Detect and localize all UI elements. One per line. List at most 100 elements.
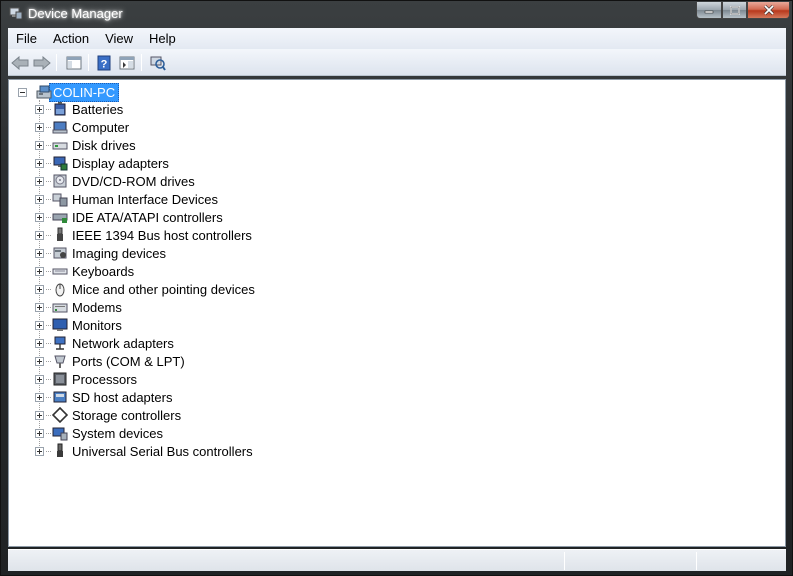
tree-connector: [46, 288, 51, 290]
tree-node-label[interactable]: Human Interface Devices: [72, 192, 218, 207]
tree-node-label[interactable]: Disk drives: [72, 138, 136, 153]
show-hide-console-tree-button[interactable]: [64, 53, 84, 73]
expand-toggle[interactable]: [35, 248, 44, 258]
device-tree[interactable]: COLIN-PC Batteries Computer Disk drives Dis…: [8, 79, 786, 547]
menu-action[interactable]: Action: [45, 31, 97, 46]
tree-connector: [46, 342, 51, 344]
root-node-label[interactable]: COLIN-PC: [49, 82, 120, 102]
tree-node-monitors[interactable]: Monitors: [35, 316, 122, 334]
tree-node-label[interactable]: Keyboards: [72, 264, 134, 279]
tree-node-processors[interactable]: Processors: [35, 370, 137, 388]
computer-icon: [52, 119, 68, 135]
tree-node-label[interactable]: Network adapters: [72, 336, 174, 351]
hid-icon: [52, 191, 68, 207]
collapse-root-toggle[interactable]: [18, 87, 27, 97]
minimize-button[interactable]: [696, 2, 722, 19]
tree-connector: [46, 450, 51, 452]
tree-node-label[interactable]: Universal Serial Bus controllers: [72, 444, 253, 459]
tree-node-ide-ata-atapi-controllers[interactable]: IDE ATA/ATAPI controllers: [35, 208, 223, 226]
expand-toggle[interactable]: [35, 122, 44, 132]
expand-toggle[interactable]: [35, 302, 44, 312]
tree-node-ports-com-lpt[interactable]: Ports (COM & LPT): [35, 352, 185, 370]
tree-connector: [46, 432, 51, 434]
menu-file[interactable]: File: [8, 31, 45, 46]
expand-toggle[interactable]: [35, 284, 44, 294]
title-bar[interactable]: Device Manager: [1, 1, 793, 25]
tree-connector: [46, 360, 51, 362]
tree-node-label[interactable]: Monitors: [72, 318, 122, 333]
tree-node-system-devices[interactable]: System devices: [35, 424, 163, 442]
tree-node-imaging-devices[interactable]: Imaging devices: [35, 244, 166, 262]
tree-connector: [46, 252, 51, 254]
menu-view[interactable]: View: [97, 31, 141, 46]
tree-node-label[interactable]: Storage controllers: [72, 408, 181, 423]
scan-hardware-button[interactable]: [148, 53, 168, 73]
expand-toggle[interactable]: [35, 410, 44, 420]
expand-toggle[interactable]: [35, 194, 44, 204]
ieee1394-icon: [52, 227, 68, 243]
tree-node-modems[interactable]: Modems: [35, 298, 122, 316]
tree-node-keyboards[interactable]: Keyboards: [35, 262, 134, 280]
tree-connector: [46, 396, 51, 398]
tree-node-network-adapters[interactable]: Network adapters: [35, 334, 174, 352]
expand-toggle[interactable]: [35, 212, 44, 222]
tree-node-batteries[interactable]: Batteries: [35, 100, 123, 118]
tree-node-label[interactable]: IDE ATA/ATAPI controllers: [72, 210, 223, 225]
scan-hardware-icon: [150, 56, 166, 71]
tree-node-disk-drives[interactable]: Disk drives: [35, 136, 136, 154]
tree-node-display-adapters[interactable]: Display adapters: [35, 154, 169, 172]
tree-node-label[interactable]: System devices: [72, 426, 163, 441]
tree-node-mice-and-other-pointing-devices[interactable]: Mice and other pointing devices: [35, 280, 255, 298]
tree-node-label[interactable]: Computer: [72, 120, 129, 135]
expand-toggle[interactable]: [35, 140, 44, 150]
tree-node-dvd-cd-rom-drives[interactable]: DVD/CD-ROM drives: [35, 172, 195, 190]
tree-node-label[interactable]: Batteries: [72, 102, 123, 117]
tree-node-storage-controllers[interactable]: Storage controllers: [35, 406, 181, 424]
tree-node-label[interactable]: Imaging devices: [72, 246, 166, 261]
menu-bar: File Action View Help: [8, 28, 786, 49]
expand-toggle[interactable]: [35, 104, 44, 114]
tree-node-label[interactable]: Display adapters: [72, 156, 169, 171]
tree-node-label[interactable]: SD host adapters: [72, 390, 172, 405]
expand-toggle[interactable]: [35, 338, 44, 348]
tree-node-label[interactable]: Mice and other pointing devices: [72, 282, 255, 297]
tree-node-label[interactable]: Modems: [72, 300, 122, 315]
tree-node-sd-host-adapters[interactable]: SD host adapters: [35, 388, 172, 406]
tree-connector: [46, 270, 51, 272]
minimize-icon: [704, 10, 714, 14]
tree-node-label[interactable]: Processors: [72, 372, 137, 387]
expand-toggle[interactable]: [35, 374, 44, 384]
help-button[interactable]: ?: [94, 53, 114, 73]
ide-controller-icon: [52, 209, 68, 225]
expand-toggle[interactable]: [35, 356, 44, 366]
processor-icon: [52, 371, 68, 387]
back-button[interactable]: [10, 53, 30, 73]
tree-node-human-interface-devices[interactable]: Human Interface Devices: [35, 190, 218, 208]
expand-toggle[interactable]: [35, 230, 44, 240]
tree-node-label[interactable]: IEEE 1394 Bus host controllers: [72, 228, 252, 243]
close-button[interactable]: [747, 2, 790, 19]
back-arrow-icon: [11, 56, 29, 70]
forward-button[interactable]: [32, 53, 52, 73]
expand-toggle[interactable]: [35, 158, 44, 168]
expand-toggle[interactable]: [35, 266, 44, 276]
maximize-button[interactable]: [722, 2, 747, 19]
expand-toggle[interactable]: [35, 392, 44, 402]
expand-toggle[interactable]: [35, 428, 44, 438]
tree-node-label[interactable]: Ports (COM & LPT): [72, 354, 185, 369]
maximize-icon: [729, 5, 740, 15]
usb-icon: [52, 443, 68, 459]
menu-help[interactable]: Help: [141, 31, 184, 46]
expand-toggle[interactable]: [35, 446, 44, 456]
expand-toggle[interactable]: [35, 176, 44, 186]
toolbar: ?: [8, 49, 786, 76]
tree-node-universal-serial-bus-controllers[interactable]: Universal Serial Bus controllers: [35, 442, 253, 460]
properties-button[interactable]: [117, 53, 137, 73]
expand-toggle[interactable]: [35, 320, 44, 330]
tree-node-ieee-1394-bus-host-controllers[interactable]: IEEE 1394 Bus host controllers: [35, 226, 252, 244]
tree-node-computer[interactable]: Computer: [35, 118, 129, 136]
tree-root[interactable]: COLIN-PC: [18, 82, 120, 102]
monitor-icon: [52, 317, 68, 333]
tree-connector: [46, 144, 51, 146]
tree-node-label[interactable]: DVD/CD-ROM drives: [72, 174, 195, 189]
